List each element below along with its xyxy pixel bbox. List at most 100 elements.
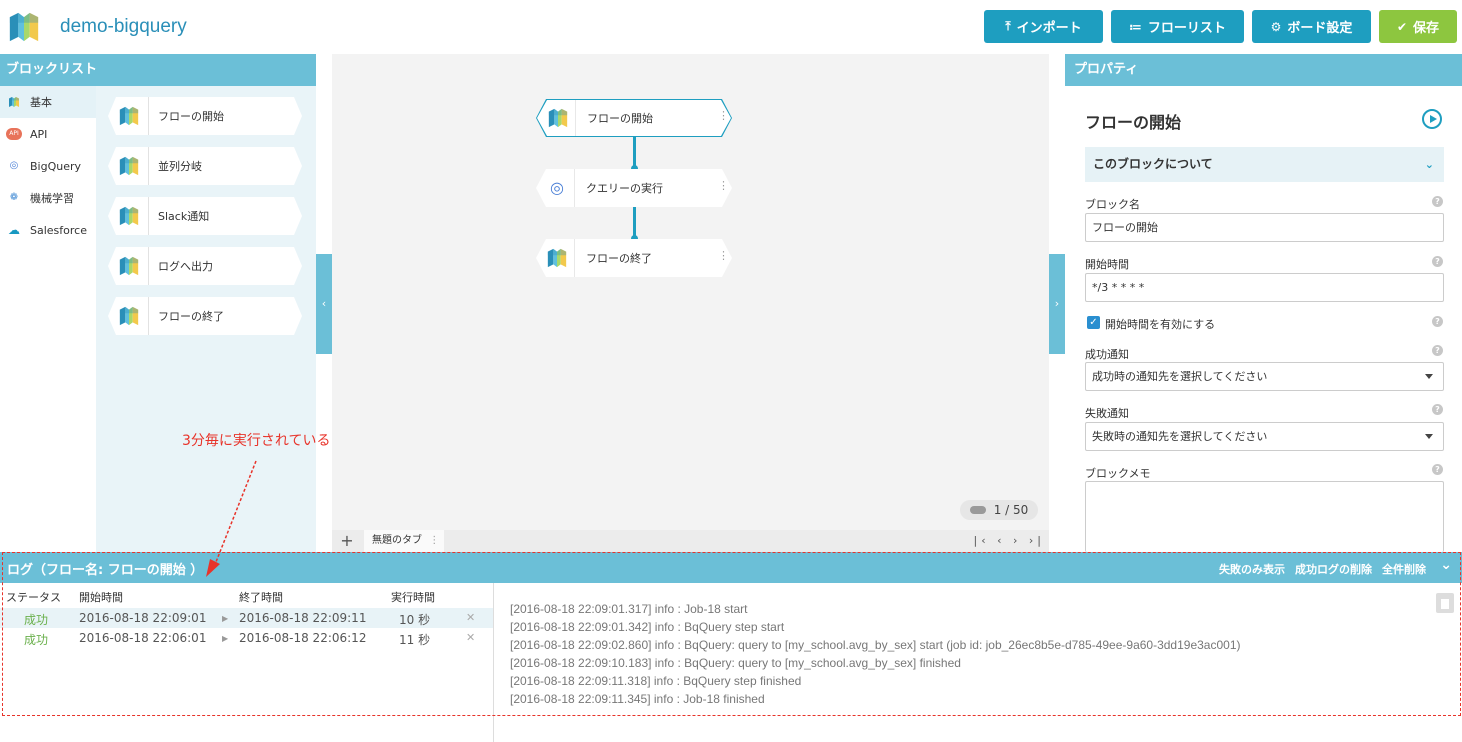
annotation-text: 3分毎に実行されている: [182, 433, 331, 449]
collapse-left-panel-tab[interactable]: ‹: [316, 254, 332, 354]
properties-header: プロパティ: [1065, 54, 1462, 86]
block-label: ログへ出力: [158, 260, 213, 273]
node-label: クエリーの実行: [586, 182, 663, 195]
play-icon[interactable]: [1422, 109, 1442, 129]
memo-textarea[interactable]: [1085, 481, 1444, 552]
cube-icon: [9, 97, 19, 107]
flow-canvas[interactable]: フローの開始 ⋮ ◎ クエリーの実行 ⋮ フローの終了 ⋮: [332, 54, 1049, 530]
add-tab-button[interactable]: +: [332, 530, 362, 552]
column-duration: 実行時間: [391, 591, 435, 604]
cube-icon: [548, 108, 568, 128]
log-job-row[interactable]: 成功 2016-08-18 22:06:01 ▶ 2016-08-18 22:0…: [0, 628, 493, 648]
log-line: [2016-08-18 22:09:11.345] info : Job-18 …: [510, 692, 765, 706]
delete-all-logs-button[interactable]: 全件削除: [1382, 561, 1426, 577]
help-icon[interactable]: ?: [1432, 464, 1443, 475]
failure-notify-value: 失敗時の通知先を選択してください: [1092, 430, 1268, 443]
flowlist-button[interactable]: ≔ フローリスト: [1111, 10, 1244, 43]
start-time-input[interactable]: */3 * * * *: [1085, 273, 1444, 302]
help-icon[interactable]: ?: [1432, 316, 1443, 327]
blocklist-header: ブロックリスト: [0, 54, 316, 86]
divider: [574, 169, 575, 207]
category-basic[interactable]: 基本: [0, 86, 96, 118]
log-line: [2016-08-18 22:09:01.317] info : Job-18 …: [510, 602, 748, 616]
category-label: Salesforce: [30, 223, 87, 237]
log-detail: [2016-08-18 22:09:01.317] info : Job-18 …: [494, 583, 1462, 742]
divider: [148, 297, 149, 335]
log-actions: 失敗のみ表示 成功ログの削除 全件削除: [1219, 561, 1426, 577]
arrow-right-icon: ▶: [222, 634, 229, 643]
palette-block-slack[interactable]: Slack通知: [108, 197, 302, 235]
category-label: 機械学習: [30, 192, 74, 205]
block-name-input[interactable]: フローの開始: [1085, 213, 1444, 242]
flow-node-query[interactable]: ◎ クエリーの実行 ⋮: [536, 169, 732, 207]
clipboard-icon[interactable]: [1436, 593, 1454, 613]
category-machine-learning[interactable]: ❁ 機械学習: [0, 182, 96, 214]
app-header: demo-bigquery ⤒ インポート ≔ フローリスト ⚙ ボード設定 ✔…: [0, 0, 1462, 54]
help-icon[interactable]: ?: [1432, 256, 1443, 267]
log-job-row[interactable]: 成功 2016-08-18 22:09:01 ▶ 2016-08-18 22:0…: [0, 608, 493, 628]
enable-start-time-checkbox[interactable]: ✓: [1087, 316, 1100, 329]
log-line: [2016-08-18 22:09:10.183] info : BqQuery…: [510, 656, 961, 670]
more-icon[interactable]: ⋮: [718, 249, 729, 262]
api-icon: API: [6, 128, 22, 140]
start-time: 2016-08-18 22:06:01: [79, 631, 207, 645]
category-label: 基本: [30, 96, 52, 109]
divider: [148, 147, 149, 185]
chevron-down-icon[interactable]: ⌄: [1440, 557, 1452, 573]
success-notify-value: 成功時の通知先を選択してください: [1092, 370, 1268, 383]
caret-down-icon: [1425, 434, 1433, 439]
divider: [148, 247, 149, 285]
cube-icon: [119, 156, 139, 176]
save-button-label: 保存: [1413, 21, 1440, 36]
end-time: 2016-08-18 22:06:12: [239, 631, 367, 645]
delete-success-logs-button[interactable]: 成功ログの削除: [1295, 561, 1372, 577]
category-bigquery[interactable]: ◎ BigQuery: [0, 150, 96, 182]
divider: [148, 97, 149, 135]
about-block-section[interactable]: このブロックについて ⌄: [1085, 147, 1444, 182]
close-icon[interactable]: ✕: [466, 631, 475, 644]
app-logo-icon[interactable]: [6, 10, 42, 44]
page-counter: 1 / 50: [960, 500, 1038, 520]
tab-navigation[interactable]: |‹ ‹ › ›|: [974, 530, 1046, 552]
success-notify-select[interactable]: 成功時の通知先を選択してください: [1085, 362, 1444, 391]
cube-icon: [119, 206, 139, 226]
check-circle-icon: ✔: [1396, 19, 1408, 34]
column-status: ステータス: [6, 591, 61, 604]
help-icon[interactable]: ?: [1432, 196, 1443, 207]
close-icon[interactable]: ✕: [466, 611, 475, 624]
failure-notify-select[interactable]: 失敗時の通知先を選択してください: [1085, 422, 1444, 451]
help-icon[interactable]: ?: [1432, 345, 1443, 356]
chevron-right-icon: ›: [1054, 297, 1060, 310]
connector: [633, 207, 636, 238]
tab-label: 無題のタブ: [372, 535, 422, 546]
save-button[interactable]: ✔ 保存: [1379, 10, 1457, 43]
log-line: [2016-08-18 22:09:11.318] info : BqQuery…: [510, 674, 802, 688]
tab-menu-icon[interactable]: ⋮: [429, 535, 439, 546]
category-salesforce[interactable]: ☁ Salesforce: [0, 214, 96, 246]
collapse-right-panel-tab[interactable]: ›: [1049, 254, 1065, 354]
tab-untitled[interactable]: 無題のタブ ⋮: [364, 530, 444, 552]
palette-block-log-output[interactable]: ログへ出力: [108, 247, 302, 285]
duration: 11 秒: [399, 633, 431, 647]
block-name-label: ブロック名: [1085, 198, 1140, 211]
divider: [575, 100, 576, 136]
cloud-icon: ☁: [8, 223, 20, 237]
flow-node-start[interactable]: フローの開始 ⋮: [537, 100, 731, 136]
import-button[interactable]: ⤒ インポート: [984, 10, 1103, 43]
show-failures-button[interactable]: 失敗のみ表示: [1219, 561, 1285, 577]
board-settings-button[interactable]: ⚙ ボード設定: [1252, 10, 1371, 43]
divider: [148, 197, 149, 235]
palette-block-flow-end[interactable]: フローの終了: [108, 297, 302, 335]
category-list: 基本 API API ◎ BigQuery ❁ 機械学習 ☁ Salesforc…: [0, 86, 96, 552]
cube-icon: [119, 256, 139, 276]
more-icon[interactable]: ⋮: [718, 179, 729, 192]
memo-label: ブロックメモ: [1085, 467, 1151, 480]
palette-block-parallel[interactable]: 並列分岐: [108, 147, 302, 185]
flow-node-end[interactable]: フローの終了 ⋮: [536, 239, 732, 277]
help-icon[interactable]: ?: [1432, 404, 1443, 415]
palette-block-flow-start[interactable]: フローの開始: [108, 97, 302, 135]
node-label: フローの開始: [587, 112, 653, 125]
cube-icon: [547, 248, 567, 268]
category-api[interactable]: API API: [0, 118, 96, 150]
tab-bar: + 無題のタブ ⋮ |‹ ‹ › ›|: [332, 530, 1049, 552]
